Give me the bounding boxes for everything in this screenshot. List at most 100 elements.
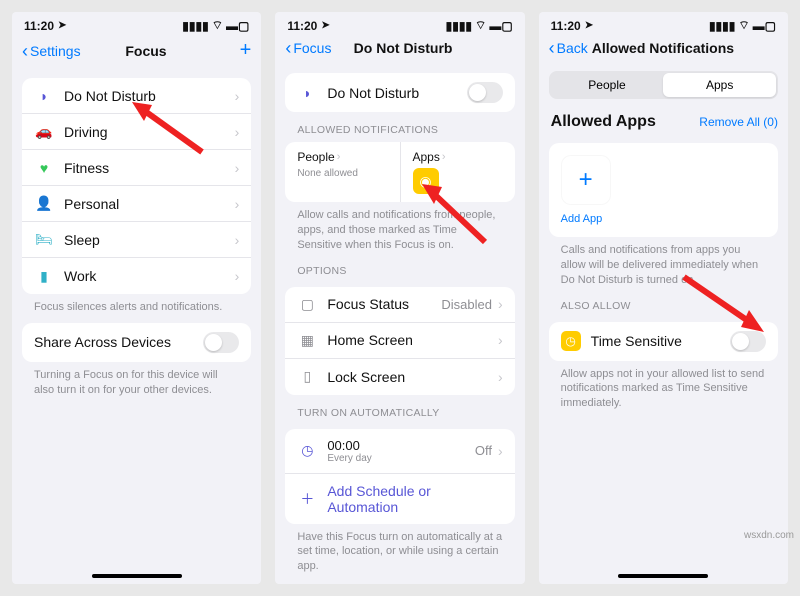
app-icon: ◉ [413, 168, 439, 194]
home-indicator[interactable] [92, 574, 182, 578]
page-title: Do Not Disturb [331, 40, 474, 56]
location-icon: ➤ [58, 20, 66, 31]
dnd-toggle[interactable] [467, 82, 503, 103]
status-bar: 11:20 ➤ ▮▮▮▮ ⌔ ▬▢ [12, 12, 261, 35]
clock-icon: ◷ [297, 442, 317, 459]
chevron-right-icon: › [498, 332, 503, 348]
add-app-label: Add App [561, 213, 766, 225]
time-sensitive-row[interactable]: ◷ Time Sensitive [549, 322, 778, 361]
chevron-right-icon: › [235, 124, 240, 140]
section-header: TURN ON AUTOMATICALLY [285, 395, 514, 421]
add-schedule-row[interactable]: ＋ Add Schedule or Automation [285, 474, 514, 524]
chevron-left-icon: ‹ [285, 39, 291, 57]
time-sensitive-toggle[interactable] [730, 331, 766, 352]
schedule-row[interactable]: ◷ 00:00 Every day Off › [285, 429, 514, 474]
focus-status-row[interactable]: ▢ Focus Status Disabled › [285, 287, 514, 323]
row-value: Off [475, 443, 492, 458]
time-sensitive-icon: ◷ [561, 331, 581, 351]
status-icon: ▢ [297, 296, 317, 313]
fitness-icon: ♥ [34, 160, 54, 176]
screen-focus: 11:20 ➤ ▮▮▮▮ ⌔ ▬▢ ‹ Settings Focus + ◗ D… [12, 12, 261, 584]
item-label: Fitness [64, 160, 235, 176]
allowed-people-button[interactable]: People› None allowed [285, 142, 400, 202]
battery-icon: ▬▢ [226, 19, 249, 33]
chevron-left-icon: ‹ [549, 39, 555, 57]
bed-icon: 🛏 [34, 231, 54, 248]
focus-item-dnd[interactable]: ◗ Do Not Disturb › [22, 78, 251, 114]
item-label: Personal [64, 196, 235, 212]
row-value: Disabled [441, 297, 492, 312]
status-indicators: ▮▮▮▮ ⌔ ▬▢ [709, 18, 776, 33]
plus-icon: ＋ [297, 489, 317, 509]
signal-icon: ▮▮▮▮ [182, 19, 208, 33]
chevron-right-icon: › [235, 196, 240, 212]
back-label: Back [557, 40, 588, 56]
item-label: Driving [64, 124, 235, 140]
apps-label: Apps [413, 150, 440, 164]
list-footer: Focus silences alerts and notifications. [22, 294, 251, 315]
apps-footer: Calls and notifications from apps you al… [549, 237, 778, 288]
signal-icon: ▮▮▮▮ [446, 19, 472, 33]
segmented-control[interactable]: People Apps [549, 71, 778, 99]
back-label: Settings [30, 43, 81, 59]
status-indicators: ▮▮▮▮ ⌔ ▬▢ [446, 18, 513, 33]
allowed-apps-button[interactable]: Apps› ◉ [401, 142, 515, 202]
moon-icon: ◗ [297, 85, 317, 101]
location-icon: ➤ [321, 20, 329, 31]
chevron-right-icon: › [498, 369, 503, 385]
moon-icon: ◗ [34, 88, 54, 104]
home-screen-row[interactable]: ▦ Home Screen › [285, 323, 514, 359]
share-group: Share Across Devices [22, 323, 251, 362]
focus-item-fitness[interactable]: ♥ Fitness › [22, 150, 251, 186]
row-label: Share Across Devices [34, 334, 203, 350]
also-allow-group: ◷ Time Sensitive [549, 322, 778, 361]
wifi-icon: ⌔ [738, 18, 749, 33]
share-across-devices-row[interactable]: Share Across Devices [22, 323, 251, 362]
nav-bar: ‹ Settings Focus + [12, 35, 261, 70]
status-indicators: ▮▮▮▮ ⌔ ▬▢ [182, 18, 249, 33]
add-app-button[interactable]: + [561, 155, 611, 205]
chevron-left-icon: ‹ [22, 42, 28, 60]
wifi-icon: ⌔ [212, 18, 223, 33]
remove-all-button[interactable]: Remove All (0) [699, 115, 778, 129]
focus-item-driving[interactable]: 🚗 Driving › [22, 114, 251, 150]
row-label: 00:00 Every day [327, 438, 475, 464]
page-title: Allowed Notifications [588, 40, 738, 56]
chevron-right-icon: › [235, 268, 240, 284]
chevron-right-icon: › [235, 160, 240, 176]
status-bar: 11:20 ➤ ▮▮▮▮ ⌔ ▬▢ [539, 12, 788, 35]
auto-group: ◷ 00:00 Every day Off › ＋ Add Schedule o… [285, 429, 514, 524]
focus-item-sleep[interactable]: 🛏 Sleep › [22, 222, 251, 258]
seg-people[interactable]: People [551, 73, 664, 97]
focus-item-personal[interactable]: 👤 Personal › [22, 186, 251, 222]
wifi-icon: ⌔ [475, 18, 486, 33]
share-footer: Turning a Focus on for this device will … [22, 362, 251, 398]
focus-item-work[interactable]: ▮ Work › [22, 258, 251, 294]
people-sub: None allowed [297, 168, 387, 179]
add-button[interactable]: + [211, 39, 251, 62]
back-button[interactable]: ‹ Settings [22, 42, 81, 60]
dnd-toggle-group: ◗ Do Not Disturb [285, 73, 514, 112]
item-label: Sleep [64, 232, 235, 248]
battery-icon: ▬▢ [753, 19, 776, 33]
chevron-right-icon: › [442, 151, 446, 163]
section-header: ALLOWED NOTIFICATIONS [285, 112, 514, 138]
person-icon: 👤 [34, 195, 54, 212]
dnd-toggle-row[interactable]: ◗ Do Not Disturb [285, 73, 514, 112]
item-label: Do Not Disturb [64, 88, 235, 104]
share-toggle[interactable] [203, 332, 239, 353]
row-label: Focus Status [327, 296, 441, 312]
seg-apps[interactable]: Apps [663, 73, 776, 97]
options-group: ▢ Focus Status Disabled › ▦ Home Screen … [285, 287, 514, 395]
status-time: 11:20 [551, 19, 581, 33]
focus-list: ◗ Do Not Disturb › 🚗 Driving › ♥ Fitness… [22, 78, 251, 294]
chevron-right-icon: › [235, 88, 240, 104]
back-button[interactable]: ‹ Back [549, 39, 588, 57]
lock-screen-row[interactable]: ▯ Lock Screen › [285, 359, 514, 395]
screen-allowed-notifications: 11:20 ➤ ▮▮▮▮ ⌔ ▬▢ ‹ Back Allowed Notific… [539, 12, 788, 584]
back-button[interactable]: ‹ Focus [285, 39, 331, 57]
car-icon: 🚗 [34, 123, 54, 140]
chevron-right-icon: › [337, 151, 341, 163]
briefcase-icon: ▮ [34, 268, 54, 285]
home-indicator[interactable] [618, 574, 708, 578]
